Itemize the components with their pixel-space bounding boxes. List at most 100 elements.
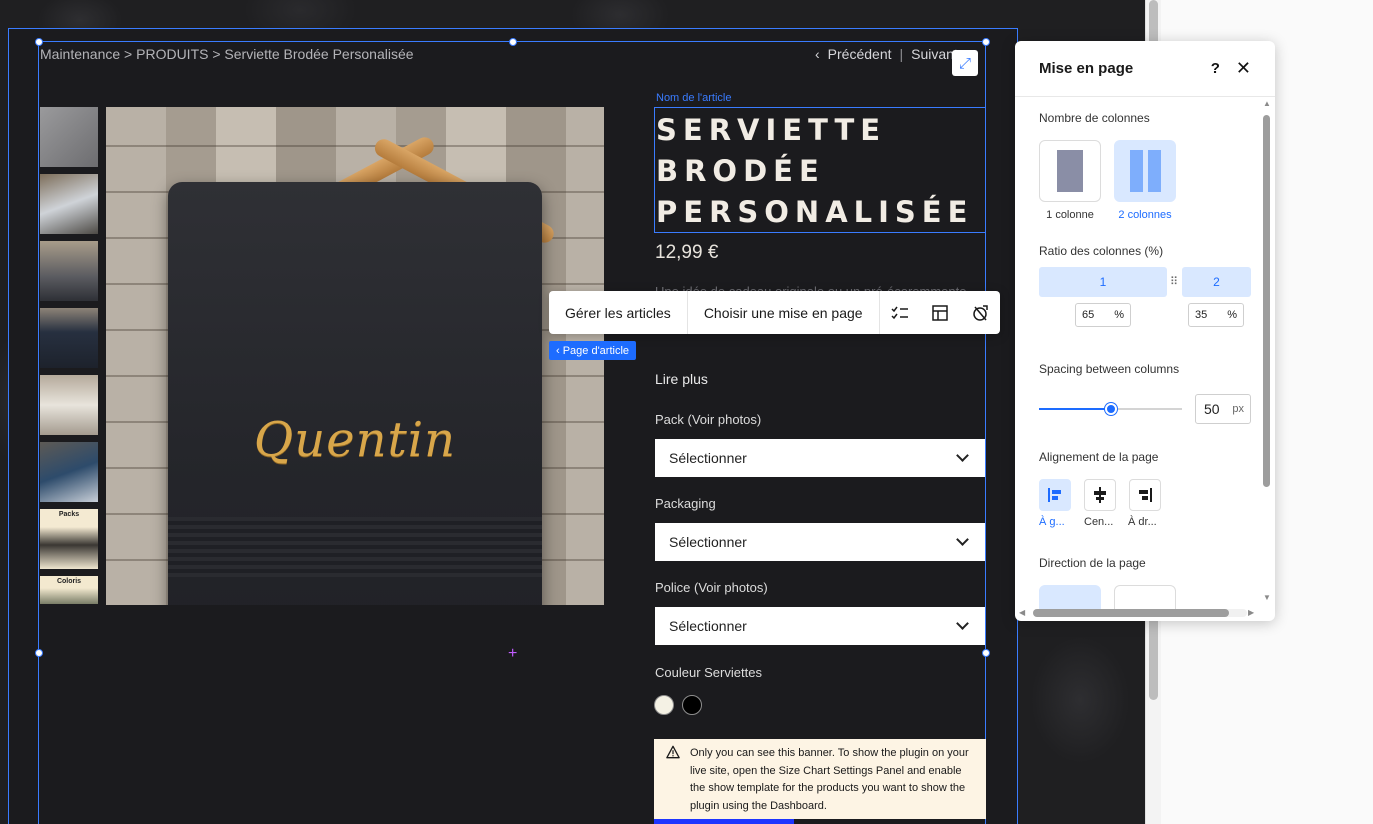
- column-icon: [1129, 150, 1143, 192]
- spacing-unit: px: [1232, 403, 1244, 415]
- scroll-up-icon[interactable]: ▲: [1263, 99, 1271, 108]
- chevron-down-icon: [956, 533, 969, 546]
- breadcrumb[interactable]: Maintenance > PRODUITS > Serviette Brodé…: [40, 46, 414, 62]
- add-to-cart-edge[interactable]: [654, 819, 794, 824]
- close-icon[interactable]: ✕: [1236, 58, 1251, 79]
- chevron-left-icon: ‹: [815, 46, 820, 62]
- ratio-label: Ratio des colonnes (%): [1039, 244, 1164, 258]
- slider-handle[interactable]: [1104, 403, 1117, 415]
- option-label-packaging: Packaging: [655, 496, 716, 511]
- gallery-thumbnails: Packs Coloris: [40, 107, 98, 604]
- align-right-option[interactable]: [1129, 479, 1161, 511]
- gallery-thumbnail[interactable]: [40, 442, 98, 502]
- two-columns-option[interactable]: [1114, 140, 1176, 202]
- product-main-image[interactable]: Quentin: [106, 107, 604, 605]
- percent-unit: %: [1227, 309, 1237, 321]
- layout-panel: Mise en page ? ✕ Nombre de colonnes 1 co…: [1015, 41, 1275, 621]
- align-right-caption: À dr...: [1128, 516, 1157, 528]
- resize-handle-right[interactable]: [982, 649, 990, 657]
- expand-icon[interactable]: ⤢: [952, 50, 978, 76]
- resize-handle-top[interactable]: [509, 38, 517, 46]
- gallery-thumbnail[interactable]: Coloris: [40, 576, 98, 604]
- page-element-tag[interactable]: ‹ Page d'article: [549, 341, 637, 360]
- panel-scroll-thumb[interactable]: [1263, 115, 1270, 487]
- resize-handle-left[interactable]: [35, 649, 43, 657]
- panel-vertical-scrollbar[interactable]: [1263, 99, 1271, 609]
- packaging-select[interactable]: Sélectionner: [655, 523, 985, 561]
- chevron-down-icon: [956, 617, 969, 630]
- ratio-column-2[interactable]: 2: [1182, 267, 1251, 297]
- gallery-thumbnail[interactable]: [40, 107, 98, 167]
- spacing-input[interactable]: 50 px: [1195, 394, 1251, 424]
- column-icon: [1147, 150, 1161, 192]
- one-column-option[interactable]: [1039, 140, 1101, 202]
- select-value: Sélectionner: [669, 450, 747, 466]
- ratio-value-2: 35: [1195, 309, 1208, 321]
- chevron-down-icon: [956, 449, 969, 462]
- scroll-left-icon[interactable]: ◀: [1019, 608, 1025, 617]
- one-column-icon: [1057, 150, 1083, 192]
- manage-items-button[interactable]: Gérer les articles: [549, 291, 688, 334]
- product-navigation: ‹ Précédent | Suivant: [815, 46, 958, 62]
- gallery-thumbnail[interactable]: [40, 174, 98, 234]
- ratio-value-1: 65: [1082, 309, 1095, 321]
- thumbnail-caption: Packs: [58, 511, 80, 518]
- option-label-pack: Pack (Voir photos): [655, 412, 762, 427]
- gallery-thumbnail[interactable]: Packs: [40, 509, 98, 569]
- color-label: Couleur Serviettes: [655, 665, 762, 680]
- alignment-label: Alignement de la page: [1039, 450, 1159, 464]
- help-icon[interactable]: ?: [1211, 60, 1220, 77]
- thumbnail-caption: Coloris: [56, 578, 82, 585]
- pack-select[interactable]: Sélectionner: [655, 439, 985, 477]
- select-value: Sélectionner: [669, 534, 747, 550]
- previous-link[interactable]: Précédent: [828, 46, 892, 62]
- towel: Quentin: [168, 182, 542, 605]
- align-center-option[interactable]: [1084, 479, 1116, 511]
- panel-scroll-thumb-horizontal[interactable]: [1033, 609, 1229, 617]
- product-price: 12,99 €: [655, 242, 719, 263]
- gallery-thumbnail[interactable]: [40, 308, 98, 368]
- plugin-info-banner: Only you can see this banner. To show th…: [654, 739, 986, 819]
- ratio-column-1[interactable]: 1: [1039, 267, 1167, 297]
- percent-unit: %: [1114, 309, 1124, 321]
- panel-header: Mise en page ? ✕: [1015, 41, 1275, 97]
- align-right-icon: [1139, 488, 1152, 502]
- next-link[interactable]: Suivant: [911, 46, 958, 62]
- gallery-thumbnail[interactable]: [40, 241, 98, 301]
- choose-layout-button[interactable]: Choisir une mise en page: [688, 291, 880, 334]
- ratio-drag-icon[interactable]: ⠿: [1170, 275, 1178, 288]
- read-more-link[interactable]: Lire plus: [655, 371, 708, 387]
- product-title[interactable]: SERVIETTE BRODÉE PERSONALISÉE: [656, 110, 986, 233]
- design-icon[interactable]: [960, 291, 1000, 334]
- towel-embroidery: Quentin: [253, 412, 457, 468]
- align-left-option[interactable]: [1039, 479, 1071, 511]
- resize-handle-top-left[interactable]: [35, 38, 43, 46]
- towel-band: [168, 517, 542, 577]
- spacing-value: 50: [1204, 401, 1220, 417]
- one-column-caption: 1 colonne: [1046, 209, 1094, 221]
- panel-horizontal-scrollbar[interactable]: [1033, 609, 1247, 617]
- spacing-slider[interactable]: [1039, 403, 1182, 415]
- layout-icon[interactable]: [920, 291, 960, 334]
- align-center-caption: Cen...: [1084, 516, 1114, 528]
- resize-handle-top-right[interactable]: [982, 38, 990, 46]
- gallery-thumbnail[interactable]: [40, 375, 98, 435]
- direction-label: Direction de la page: [1039, 556, 1146, 570]
- nav-separator: |: [899, 46, 904, 62]
- scroll-right-icon[interactable]: ▶: [1248, 608, 1254, 617]
- element-toolbar: Gérer les articles Choisir une mise en p…: [549, 291, 1000, 334]
- align-left-icon: [1048, 488, 1061, 502]
- color-swatch-cream[interactable]: [654, 695, 674, 715]
- option-label-police: Police (Voir photos): [655, 580, 768, 595]
- scroll-down-icon[interactable]: ▼: [1263, 593, 1271, 602]
- ratio-input-1[interactable]: 65 %: [1075, 303, 1131, 327]
- warning-icon: [666, 745, 680, 759]
- checklist-icon[interactable]: [880, 291, 920, 334]
- align-center-icon: [1094, 487, 1106, 503]
- plus-icon[interactable]: +: [508, 645, 517, 663]
- select-value: Sélectionner: [669, 618, 747, 634]
- ratio-input-2[interactable]: 35 %: [1188, 303, 1244, 327]
- color-swatch-black[interactable]: [682, 695, 702, 715]
- police-select[interactable]: Sélectionner: [655, 607, 985, 645]
- element-name-label: Nom de l'article: [656, 92, 732, 104]
